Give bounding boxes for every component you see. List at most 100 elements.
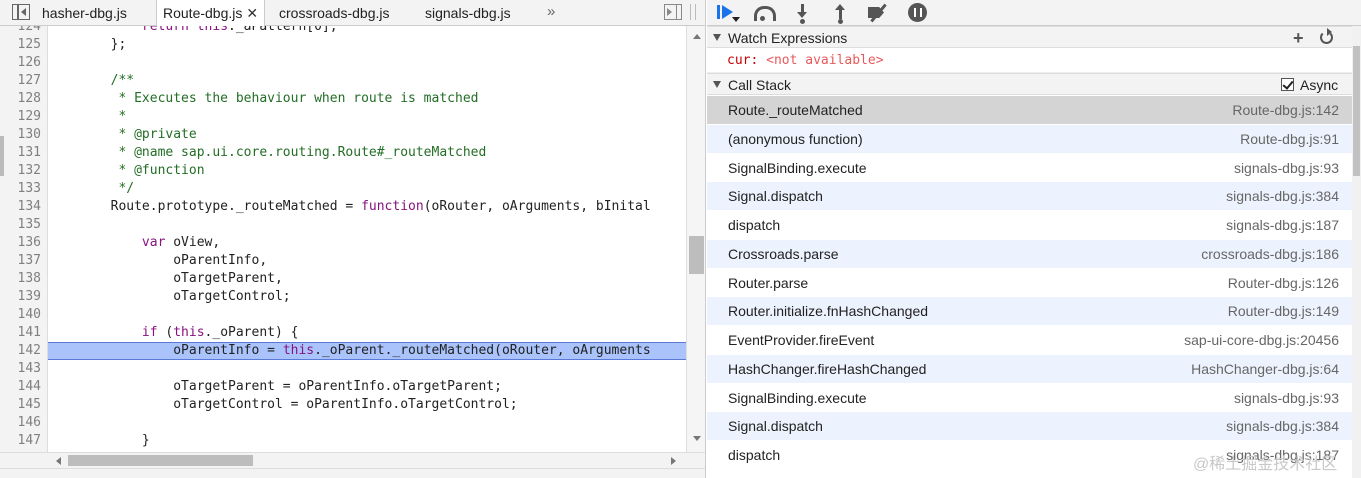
code-token: */ <box>48 181 135 196</box>
code-area[interactable]: 124 125 126 127 128 129 130 131 132 133 134 135 136 1… <box>0 26 686 452</box>
call-frame-location-link[interactable]: HashChanger-dbg.js:64 <box>1191 355 1339 383</box>
toggle-debugger-sidebar-icon[interactable] <box>664 4 682 20</box>
call-frame-location-link[interactable]: Route-dbg.js:91 <box>1240 125 1339 153</box>
sidebar-vertical-scrollbar[interactable] <box>1352 26 1361 478</box>
code-token: * Executes the behaviour when route is m… <box>48 91 479 106</box>
scrollbar-thumb[interactable] <box>689 236 704 274</box>
call-frame-row[interactable]: (anonymous function) Route-dbg.js:91 <box>707 124 1352 154</box>
line-number[interactable]: 135 <box>0 216 47 234</box>
line-number[interactable]: 140 <box>0 306 47 324</box>
call-frame-row[interactable]: EventProvider.fireEvent sap-ui-core-dbg.j… <box>707 326 1352 355</box>
expand-triangle-icon[interactable] <box>713 81 721 88</box>
tab-hasher-dbg[interactable]: hasher-dbg.js <box>42 0 127 26</box>
line-number[interactable]: 127 <box>0 72 47 90</box>
line-number[interactable]: 129 <box>0 108 47 126</box>
code-token: function <box>361 199 424 214</box>
line-number[interactable]: 139 <box>0 288 47 306</box>
line-number[interactable]: 138 <box>0 270 47 288</box>
async-checkbox[interactable] <box>1281 78 1294 91</box>
call-frame-row[interactable]: Signal.dispatch signals-dbg.js:384 <box>707 412 1352 441</box>
line-number[interactable]: 124 <box>0 26 47 36</box>
scroll-up-arrow-icon[interactable] <box>693 34 701 39</box>
call-frame-row[interactable]: Signal.dispatch signals-dbg.js:384 <box>707 182 1352 211</box>
toggle-navigator-icon[interactable] <box>12 4 30 20</box>
call-frame-row[interactable]: Router.parse Router-dbg.js:126 <box>707 268 1352 298</box>
line-number[interactable]: 133 <box>0 180 47 198</box>
deactivate-breakpoints-button[interactable] <box>867 3 889 23</box>
code-token: oParentInfo = <box>48 343 283 358</box>
scroll-down-arrow-icon[interactable] <box>693 436 701 441</box>
call-stack-header[interactable]: Call Stack Async <box>707 73 1352 95</box>
code-line: oTargetControl; <box>48 288 686 306</box>
scrollbar-thumb[interactable] <box>1353 46 1360 176</box>
line-number[interactable]: 144 <box>0 378 47 396</box>
refresh-watch-expressions-button[interactable] <box>1320 28 1333 44</box>
line-number[interactable]: 128 <box>0 90 47 108</box>
step-over-button[interactable] <box>752 3 776 23</box>
code-line: * @name sap.ui.core.routing.Route#_route… <box>48 144 686 162</box>
code-line: * @private <box>48 126 686 144</box>
call-frame-location-link[interactable]: Router-dbg.js:126 <box>1228 269 1339 297</box>
call-frame-function: dispatch <box>728 217 781 233</box>
call-frame-location-link[interactable]: signals-dbg.js:384 <box>1226 182 1339 210</box>
expand-triangle-icon[interactable] <box>713 34 721 41</box>
call-frame-location-link[interactable]: signals-dbg.js:384 <box>1226 412 1339 440</box>
add-watch-expression-button[interactable]: + <box>1293 29 1304 47</box>
line-number[interactable]: 142 <box>0 342 47 360</box>
close-tab-icon[interactable]: ✕ <box>246 0 258 26</box>
scrollbar-thumb[interactable] <box>68 455 253 466</box>
line-number[interactable]: 132 <box>0 162 47 180</box>
step-out-button[interactable] <box>830 3 852 24</box>
tab-signals-dbg[interactable]: signals-dbg.js <box>425 0 511 26</box>
call-frame-function: EventProvider.fireEvent <box>728 332 875 348</box>
tab-crossroads-dbg[interactable]: crossroads-dbg.js <box>279 0 390 26</box>
line-number[interactable]: 147 <box>0 432 47 450</box>
code-token: this <box>173 325 205 340</box>
call-frame-row[interactable]: SignalBinding.execute signals-dbg.js:93 <box>707 153 1352 183</box>
call-frame-function: Router.parse <box>728 274 809 291</box>
line-number[interactable]: 134 <box>0 198 47 216</box>
tab-label: Route-dbg.js <box>163 5 243 21</box>
call-frame-row[interactable]: Router.initialize.fnHashChanged Router-db… <box>707 297 1352 326</box>
call-frame-location-link[interactable]: Route-dbg.js:142 <box>1232 96 1339 124</box>
line-number[interactable]: 143 <box>0 360 47 378</box>
line-number[interactable]: 126 <box>0 54 47 72</box>
scroll-right-arrow-icon[interactable] <box>671 457 676 465</box>
scroll-left-arrow-icon[interactable] <box>56 457 61 465</box>
watch-expression-row[interactable]: cur: <not available> <box>707 49 1352 73</box>
code-lines: return this._aPattern[0]; }; /** * Execu… <box>48 26 686 452</box>
line-number[interactable]: 146 <box>0 414 47 432</box>
editor-horizontal-scrollbar[interactable] <box>0 452 705 468</box>
call-stack-frames: Route._routeMatched Route-dbg.js:142 (anon… <box>707 96 1352 470</box>
call-frame-location-link[interactable]: Router-dbg.js:149 <box>1228 297 1339 325</box>
line-number[interactable]: 137 <box>0 252 47 270</box>
step-into-button[interactable] <box>792 3 814 24</box>
line-number[interactable]: 136 <box>0 234 47 252</box>
line-number[interactable]: 141 <box>0 324 47 342</box>
code-token: * @name sap.ui.core.routing.Route#_route… <box>48 145 487 160</box>
call-frame-row[interactable]: HashChanger.fireHashChanged HashChanger-d… <box>707 354 1352 384</box>
line-number[interactable]: 131 <box>0 144 47 162</box>
line-number[interactable]: 125 <box>0 36 47 54</box>
call-frame-location-link[interactable]: signals-dbg.js:93 <box>1234 154 1339 182</box>
pause-on-exceptions-button[interactable] <box>907 3 929 23</box>
line-number[interactable]: 145 <box>0 396 47 414</box>
call-frame-row[interactable]: Route._routeMatched Route-dbg.js:142 <box>707 96 1352 125</box>
editor-vertical-scrollbar[interactable] <box>686 26 705 452</box>
tab-overflow-chevron-icon[interactable]: » <box>547 0 555 26</box>
call-frame-row[interactable]: dispatch signals-dbg.js:187 <box>707 211 1352 240</box>
resume-script-execution-button[interactable] <box>715 3 740 23</box>
code-token: Route.prototype._routeMatched = <box>48 199 362 214</box>
line-number[interactable]: 130 <box>0 126 47 144</box>
call-frame-location-link[interactable]: signals-dbg.js:187 <box>1226 211 1339 239</box>
call-frame-location-link[interactable]: sap-ui-core-dbg.js:20456 <box>1184 326 1339 354</box>
call-frame-location-link[interactable]: crossroads-dbg.js:186 <box>1201 240 1339 268</box>
tab-route-dbg[interactable]: Route-dbg.js ✕ <box>156 0 266 27</box>
line-number-gutter[interactable]: 124 125 126 127 128 129 130 131 132 133 134 135 136 1… <box>0 26 48 452</box>
code-line: return this._aPattern[0]; <box>48 26 686 36</box>
call-frame-location-link[interactable]: signals-dbg.js:93 <box>1234 384 1339 412</box>
watch-expressions-header[interactable]: Watch Expressions + <box>707 26 1352 48</box>
call-frame-row[interactable]: Crossroads.parse crossroads-dbg.js:186 <box>707 239 1352 269</box>
call-frame-row[interactable]: SignalBinding.execute signals-dbg.js:93 <box>707 383 1352 413</box>
